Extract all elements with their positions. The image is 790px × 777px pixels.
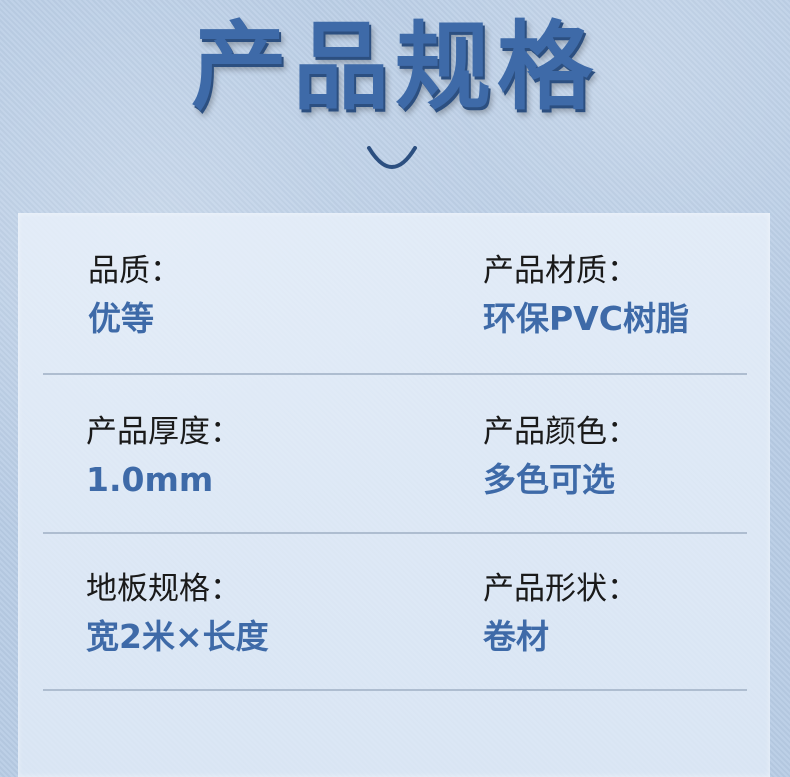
spec-label: 地板规格：	[86, 571, 241, 607]
spec-label: 产品形状：	[483, 571, 638, 607]
spec-row: 品质： 优等 产品材质： 环保PVC树脂	[18, 251, 770, 361]
divider	[43, 373, 747, 375]
spec-value: 卷材	[483, 617, 549, 656]
spec-item-color: 产品颜色： 多色可选	[483, 412, 638, 502]
spec-value: 优等	[88, 299, 154, 338]
spec-row: 地板规格： 宽2米×长度 产品形状： 卷材	[18, 569, 770, 679]
spec-item-quality: 品质： 优等	[88, 251, 181, 341]
chevron-down-icon	[367, 146, 417, 169]
spec-value: 1.0mm	[86, 460, 214, 499]
spec-item-material: 产品材质： 环保PVC树脂	[483, 251, 689, 341]
divider	[43, 532, 747, 534]
spec-label: 产品厚度：	[86, 414, 241, 450]
spec-label: 产品颜色：	[483, 414, 638, 450]
spec-value: 环保PVC树脂	[483, 299, 689, 338]
spec-panel: 品质： 优等 产品材质： 环保PVC树脂 产品厚度： 1.0mm 产品颜色： 多…	[18, 213, 770, 777]
spec-label: 产品材质：	[483, 253, 638, 289]
page-title: 产品规格	[191, 11, 599, 123]
spec-row: 产品厚度： 1.0mm 产品颜色： 多色可选	[18, 412, 770, 522]
spec-label: 品质：	[88, 253, 181, 289]
spec-value: 宽2米×长度	[86, 617, 269, 656]
spec-value: 多色可选	[483, 460, 615, 499]
spec-item-thickness: 产品厚度： 1.0mm	[86, 412, 241, 502]
spec-item-shape: 产品形状： 卷材	[483, 569, 638, 659]
divider	[43, 689, 747, 691]
spec-item-size: 地板规格： 宽2米×长度	[86, 569, 269, 659]
